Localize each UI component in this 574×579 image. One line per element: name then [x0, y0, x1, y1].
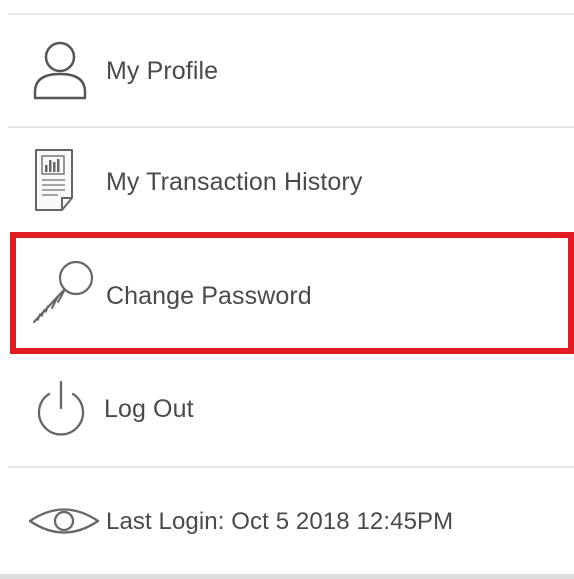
user-icon — [32, 40, 88, 105]
eye-icon — [28, 504, 100, 543]
receipt-icon — [34, 148, 74, 217]
menu-item-label: My Profile — [106, 57, 219, 85]
divider — [8, 13, 574, 15]
menu-item-label: Change Password — [106, 282, 312, 310]
divider — [8, 126, 574, 128]
divider — [8, 466, 574, 468]
power-icon — [32, 380, 90, 445]
account-menu: My Profile My Transaction History Change… — [0, 0, 574, 579]
menu-item-log-out[interactable]: Log Out — [10, 358, 574, 462]
menu-item-my-profile[interactable]: My Profile — [10, 20, 574, 122]
menu-item-change-password[interactable]: Change Password — [10, 232, 574, 354]
menu-item-transaction-history[interactable]: My Transaction History — [10, 132, 574, 232]
menu-item-label: Log Out — [104, 395, 194, 423]
key-icon — [28, 258, 98, 335]
menu-item-label: My Transaction History — [106, 168, 363, 196]
bottom-divider — [0, 574, 574, 579]
last-login-text: Last Login: Oct 5 2018 12:45PM — [106, 508, 454, 535]
last-login-row: Last Login: Oct 5 2018 12:45PM — [10, 472, 574, 572]
